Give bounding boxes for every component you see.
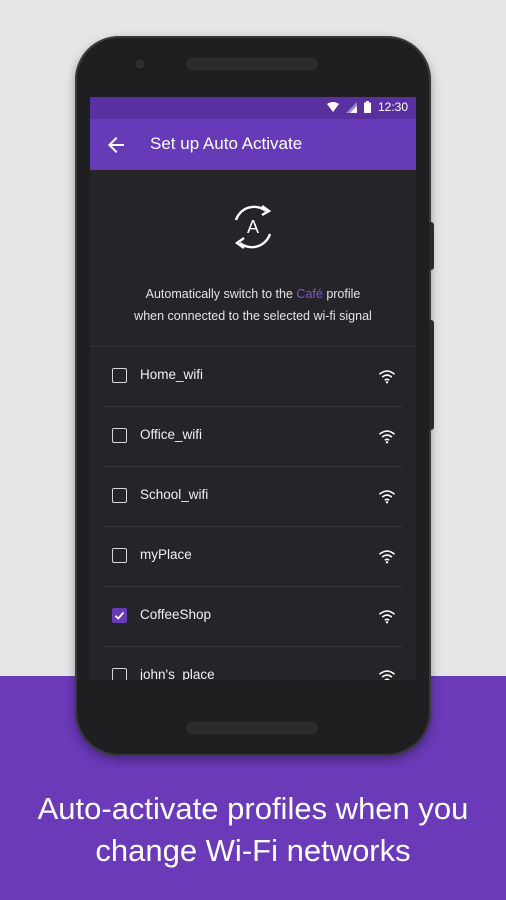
network-checkbox[interactable] (112, 488, 127, 503)
network-name: CoffeeShop (140, 607, 212, 622)
promo-caption: Auto-activate profiles when you change W… (0, 788, 506, 872)
phone-screen: 12:30 Set up Auto Activate A Automatical… (90, 97, 416, 680)
description-prefix: Automatically switch to the (145, 287, 293, 301)
caption-line1: Auto-activate profiles when you (37, 791, 469, 826)
description-suffix: profile (326, 287, 361, 301)
wifi-icon (378, 550, 396, 564)
battery-icon (363, 101, 371, 113)
network-row[interactable]: Home_wifi (104, 347, 402, 407)
front-camera (134, 58, 146, 70)
bottom-speaker (186, 722, 318, 734)
cell-signal-icon (345, 101, 357, 113)
caption-line2: change Wi-Fi networks (95, 833, 411, 868)
network-name: Office_wifi (140, 427, 203, 442)
app-bar: Set up Auto Activate (90, 119, 416, 170)
network-row[interactable]: School_wifi (104, 467, 402, 527)
wifi-signal-icon (326, 101, 339, 112)
auto-icon-letter: A (247, 217, 259, 237)
status-bar: 12:30 (90, 97, 416, 119)
app-title: Set up Auto Activate (150, 134, 303, 153)
wifi-icon (378, 610, 396, 624)
wifi-list: Home_wifi Office_wifi School_wifi myPlace Co… (90, 347, 416, 680)
arrow-back-icon[interactable] (104, 133, 128, 157)
description: Automatically switch to the Café profile… (90, 283, 416, 327)
volume-button (429, 320, 434, 430)
network-name: john's_place (140, 667, 215, 680)
wifi-icon (378, 670, 396, 680)
auto-activate-icon: A (234, 205, 272, 249)
network-checkbox[interactable] (112, 548, 127, 563)
network-checkbox[interactable] (112, 668, 127, 680)
header-area: A Automatically switch to the Café profi… (90, 170, 416, 346)
wifi-icon (378, 490, 396, 504)
wifi-icon (378, 430, 396, 444)
network-row[interactable]: Office_wifi (104, 407, 402, 467)
network-row[interactable]: john's_place (104, 647, 402, 680)
top-speaker (186, 58, 318, 70)
wifi-icon (378, 370, 396, 384)
network-checkbox[interactable] (112, 608, 127, 623)
network-checkbox[interactable] (112, 428, 127, 443)
status-icons: 12:30 (326, 100, 408, 114)
network-name: Home_wifi (140, 367, 204, 382)
network-name: myPlace (140, 547, 192, 562)
description-line2: when connected to the selected wi-fi sig… (134, 309, 372, 323)
power-button (429, 222, 434, 270)
status-time: 12:30 (377, 100, 408, 114)
network-row[interactable]: myPlace (104, 527, 402, 587)
network-row[interactable]: CoffeeShop (104, 587, 402, 647)
check-icon (114, 611, 125, 620)
network-name: School_wifi (140, 487, 209, 502)
description-line1: Automatically switch to the Café profile (90, 283, 416, 305)
network-checkbox[interactable] (112, 368, 127, 383)
profile-name: Café (296, 287, 323, 301)
